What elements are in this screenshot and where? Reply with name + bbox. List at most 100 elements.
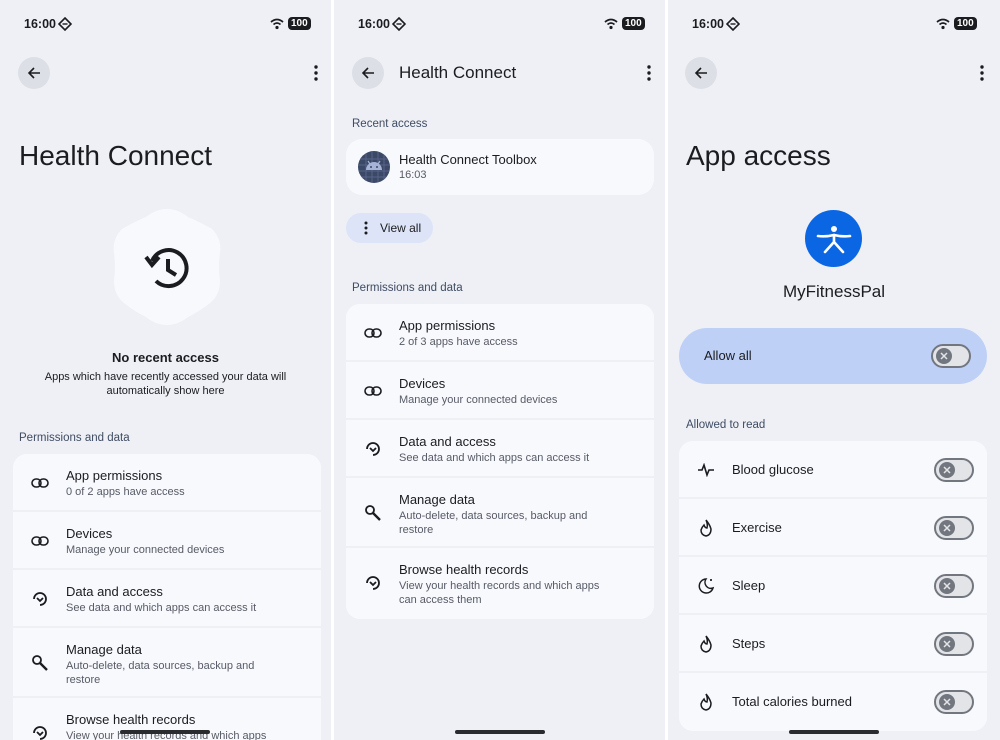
menu-item-devices[interactable]: Devices Manage your connected devices (346, 362, 654, 420)
battery-indicator: 100 (288, 17, 311, 30)
item-subtitle: 2 of 3 apps have access (399, 336, 518, 348)
empty-state-title: No recent access (112, 350, 219, 365)
item-subtitle: Manage your connected devices (66, 544, 225, 556)
item-title: Manage data (66, 642, 142, 657)
item-subtitle: See data and which apps can access it (399, 452, 590, 464)
gesture-nav-bar[interactable] (789, 730, 879, 734)
section-label-permissions: Permissions and data (352, 282, 463, 294)
screen-app-access: 16:00 100 App access MyFitnessPal Allow … (668, 0, 1000, 740)
allow-all-toggle[interactable] (931, 344, 971, 368)
item-subtitle: Manage your connected devices (399, 394, 558, 406)
item-subtitle: Auto-delete, data sources, backup and res… (66, 660, 255, 686)
section-label-recent-access: Recent access (352, 118, 428, 130)
link-icon (29, 530, 51, 552)
section-label-allowed-to-read: Allowed to read (686, 419, 766, 431)
view-all-button[interactable]: View all (346, 213, 433, 243)
gesture-nav-bar[interactable] (455, 730, 545, 734)
overflow-menu-button[interactable] (306, 60, 326, 86)
runner-figure-icon (816, 225, 851, 253)
item-title: Devices (66, 526, 113, 541)
item-subtitle: Auto-delete, data sources, backup and res… (399, 510, 588, 536)
myfitnesspal-logo (805, 210, 862, 267)
wrench-icon (362, 502, 384, 524)
permissions-card: App permissions 0 of 2 apps have access … (13, 454, 321, 740)
permission-label: Blood glucose (732, 462, 814, 477)
item-title: Browse health records (66, 712, 196, 727)
permission-row-blood-glucose[interactable]: Blood glucose (679, 441, 987, 499)
item-title: Manage data (399, 492, 475, 507)
menu-item-manage-data[interactable]: Manage data Auto-delete, data sources, b… (346, 478, 654, 548)
gesture-nav-bar[interactable] (120, 730, 210, 734)
wifi-icon (936, 18, 950, 30)
item-subtitle: 0 of 2 apps have access (66, 486, 185, 498)
back-button[interactable] (352, 57, 384, 89)
link-icon (29, 472, 51, 494)
permission-toggle[interactable] (934, 458, 974, 482)
data-access-icon (362, 438, 384, 460)
menu-item-app-permissions[interactable]: App permissions 0 of 2 apps have access (13, 454, 321, 512)
allow-all-row[interactable]: Allow all (679, 328, 987, 384)
menu-item-data-and-access[interactable]: Data and access See data and which apps … (13, 570, 321, 628)
screen-health-connect-recent: 16:00 100 Health Connect Recent access H… (334, 0, 665, 740)
permission-row-exercise[interactable]: Exercise (679, 499, 987, 557)
permission-toggle[interactable] (934, 574, 974, 598)
item-title: App permissions (399, 318, 496, 333)
back-button[interactable] (685, 57, 717, 89)
permission-toggle[interactable] (934, 516, 974, 540)
status-time: 16:00 (692, 17, 724, 31)
menu-item-manage-data[interactable]: Manage data Auto-delete, data sources, b… (13, 628, 321, 698)
permission-row-sleep[interactable]: Sleep (679, 557, 987, 615)
arrow-back-icon (27, 67, 40, 79)
data-access-icon (29, 722, 51, 740)
section-label-permissions: Permissions and data (19, 432, 130, 444)
data-access-icon (362, 572, 384, 594)
close-icon (943, 524, 951, 532)
history-icon (113, 209, 221, 325)
permission-toggle[interactable] (934, 690, 974, 714)
arrow-back-icon (694, 67, 707, 79)
read-permissions-card: Blood glucose Exercise Sleep Steps Total… (679, 441, 987, 731)
back-button[interactable] (18, 57, 50, 89)
permission-label: Steps (732, 636, 766, 651)
item-title: App permissions (66, 468, 163, 483)
permission-row-steps[interactable]: Steps (679, 615, 987, 673)
toolbar-title: Health Connect (399, 63, 517, 82)
permission-row-total-calories[interactable]: Total calories burned (679, 673, 987, 731)
menu-item-devices[interactable]: Devices Manage your connected devices (13, 512, 321, 570)
close-icon (943, 640, 951, 648)
status-time: 16:00 (24, 17, 56, 31)
battery-indicator: 100 (954, 17, 977, 30)
view-all-label: View all (380, 221, 422, 235)
item-title: Devices (399, 376, 446, 391)
arrow-back-icon (361, 67, 374, 79)
item-subtitle: See data and which apps can access it (66, 602, 257, 614)
permission-label: Sleep (732, 578, 766, 593)
page-title: Health Connect (19, 140, 213, 171)
menu-item-data-and-access[interactable]: Data and access See data and which apps … (346, 420, 654, 478)
more-vert-icon (980, 65, 984, 81)
menu-item-app-permissions[interactable]: App permissions 2 of 3 apps have access (346, 304, 654, 362)
overflow-menu-button[interactable] (972, 60, 992, 86)
wifi-icon (604, 18, 618, 30)
item-title: Data and access (66, 584, 163, 599)
flame-icon (695, 633, 717, 655)
item-subtitle: View your health records and which apps c… (399, 580, 600, 606)
data-saver-icon (726, 17, 740, 31)
data-saver-icon (58, 17, 72, 31)
permission-toggle[interactable] (934, 632, 974, 656)
menu-item-browse-health-records[interactable]: Browse health records View your health r… (346, 548, 654, 619)
moon-icon (695, 575, 717, 597)
android-app-icon (358, 151, 390, 183)
close-icon (943, 582, 951, 590)
battery-indicator: 100 (622, 17, 645, 30)
more-vert-icon (364, 221, 368, 235)
wifi-icon (270, 18, 284, 30)
app-name: MyFitnessPal (782, 282, 886, 301)
flame-icon (695, 517, 717, 539)
more-vert-icon (647, 65, 651, 81)
overflow-menu-button[interactable] (639, 60, 659, 86)
recent-access-item[interactable]: Health Connect Toolbox 16:03 (346, 139, 654, 195)
screen-health-connect-empty: 16:00 100 Health Connect No recent acces… (0, 0, 331, 740)
recent-app-name: Health Connect Toolbox (399, 152, 537, 167)
status-time: 16:00 (358, 17, 390, 31)
